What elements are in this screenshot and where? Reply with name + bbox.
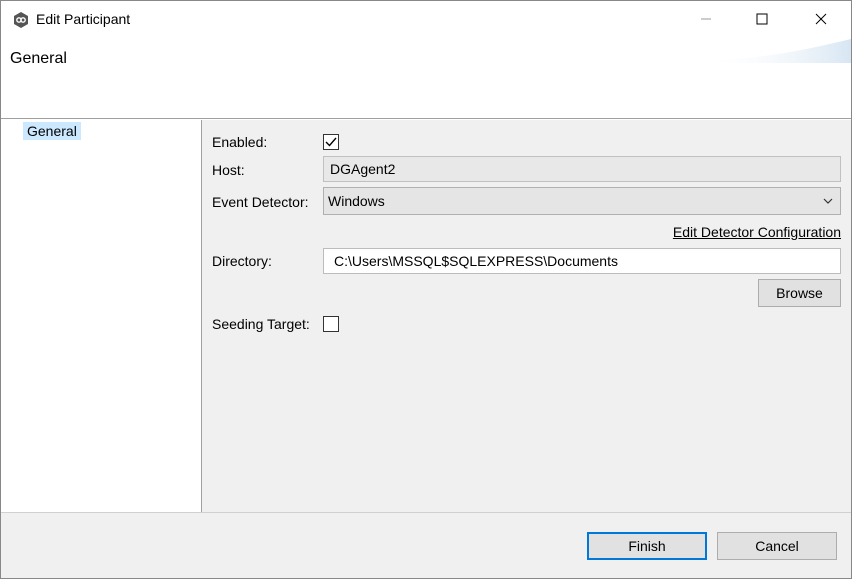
minimize-button[interactable] bbox=[683, 1, 729, 39]
close-icon bbox=[815, 12, 827, 28]
enabled-label: Enabled: bbox=[212, 134, 268, 150]
sidebar: General bbox=[1, 120, 202, 512]
sidebar-item-general[interactable]: General bbox=[23, 122, 81, 140]
chevron-down-icon bbox=[823, 198, 833, 204]
maximize-button[interactable] bbox=[739, 1, 785, 39]
directory-label: Directory: bbox=[212, 253, 272, 269]
dialog-footer: Finish Cancel bbox=[1, 512, 851, 578]
browse-button[interactable]: Browse bbox=[758, 279, 841, 307]
edit-detector-configuration-link[interactable]: Edit Detector Configuration bbox=[673, 224, 841, 240]
event-detector-value: Windows bbox=[328, 193, 385, 209]
host-label: Host: bbox=[212, 162, 245, 178]
finish-button[interactable]: Finish bbox=[587, 532, 707, 560]
enabled-checkbox[interactable] bbox=[323, 134, 339, 150]
host-field[interactable]: DGAgent2 bbox=[323, 156, 841, 182]
window-title: Edit Participant bbox=[36, 11, 131, 27]
page-title: General bbox=[10, 50, 67, 67]
cancel-button[interactable]: Cancel bbox=[717, 532, 837, 560]
seeding-target-checkbox[interactable] bbox=[323, 316, 339, 332]
event-detector-label: Event Detector: bbox=[212, 194, 309, 210]
app-logo-icon bbox=[12, 11, 30, 29]
seeding-target-label: Seeding Target: bbox=[212, 316, 310, 332]
maximize-icon bbox=[756, 12, 768, 28]
title-bar[interactable]: Edit Participant bbox=[1, 1, 851, 39]
minimize-icon bbox=[700, 12, 712, 28]
page-header: General bbox=[1, 39, 851, 119]
form-panel: Enabled: Host: DGAgent2 Event Detector: … bbox=[202, 120, 851, 512]
close-button[interactable] bbox=[798, 1, 844, 39]
header-banner-graphic bbox=[701, 39, 851, 63]
checkmark-icon bbox=[325, 137, 337, 147]
event-detector-select[interactable]: Windows bbox=[323, 187, 841, 215]
directory-field[interactable]: C:\Users\MSSQL$SQLEXPRESS\Documents bbox=[323, 248, 841, 274]
edit-participant-dialog: Edit Participant General General Enabled… bbox=[0, 0, 852, 579]
